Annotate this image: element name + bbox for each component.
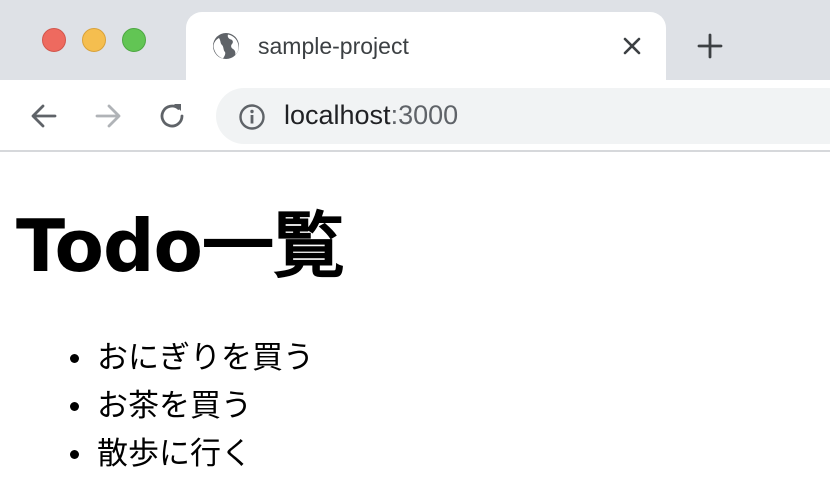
todo-item: お茶を買う xyxy=(60,382,314,430)
page-content: Todo一覧 おにぎりを買う お茶を買う 散歩に行く xyxy=(0,154,830,496)
tab-sample-project[interactable]: sample-project xyxy=(186,12,666,80)
url-port: :3000 xyxy=(390,100,459,130)
close-icon[interactable] xyxy=(620,34,644,58)
arrow-right-icon[interactable] xyxy=(92,100,124,132)
toolbar: localhost:3000 xyxy=(0,80,830,152)
window-close-button[interactable] xyxy=(42,28,66,52)
url-host: localhost xyxy=(284,100,391,130)
browser-window: sample-project localhost:3000 Todo一覧 おにぎ… xyxy=(0,0,830,496)
page-title: Todo一覧 xyxy=(16,204,345,288)
window-minimize-button[interactable] xyxy=(82,28,106,52)
window-maximize-button[interactable] xyxy=(122,28,146,52)
tab-strip: sample-project xyxy=(0,0,830,80)
todo-item: 散歩に行く xyxy=(60,430,314,478)
address-url[interactable]: localhost:3000 xyxy=(284,100,458,131)
info-icon[interactable] xyxy=(238,103,266,131)
todo-item: おにぎりを買う xyxy=(60,334,314,382)
tab-title: sample-project xyxy=(258,33,409,59)
arrow-left-icon[interactable] xyxy=(28,100,60,132)
reload-icon[interactable] xyxy=(156,100,188,132)
plus-icon[interactable] xyxy=(696,32,724,60)
address-bar[interactable]: localhost:3000 xyxy=(216,88,830,144)
globe-icon xyxy=(213,33,239,59)
todo-list: おにぎりを買う お茶を買う 散歩に行く xyxy=(60,334,314,478)
